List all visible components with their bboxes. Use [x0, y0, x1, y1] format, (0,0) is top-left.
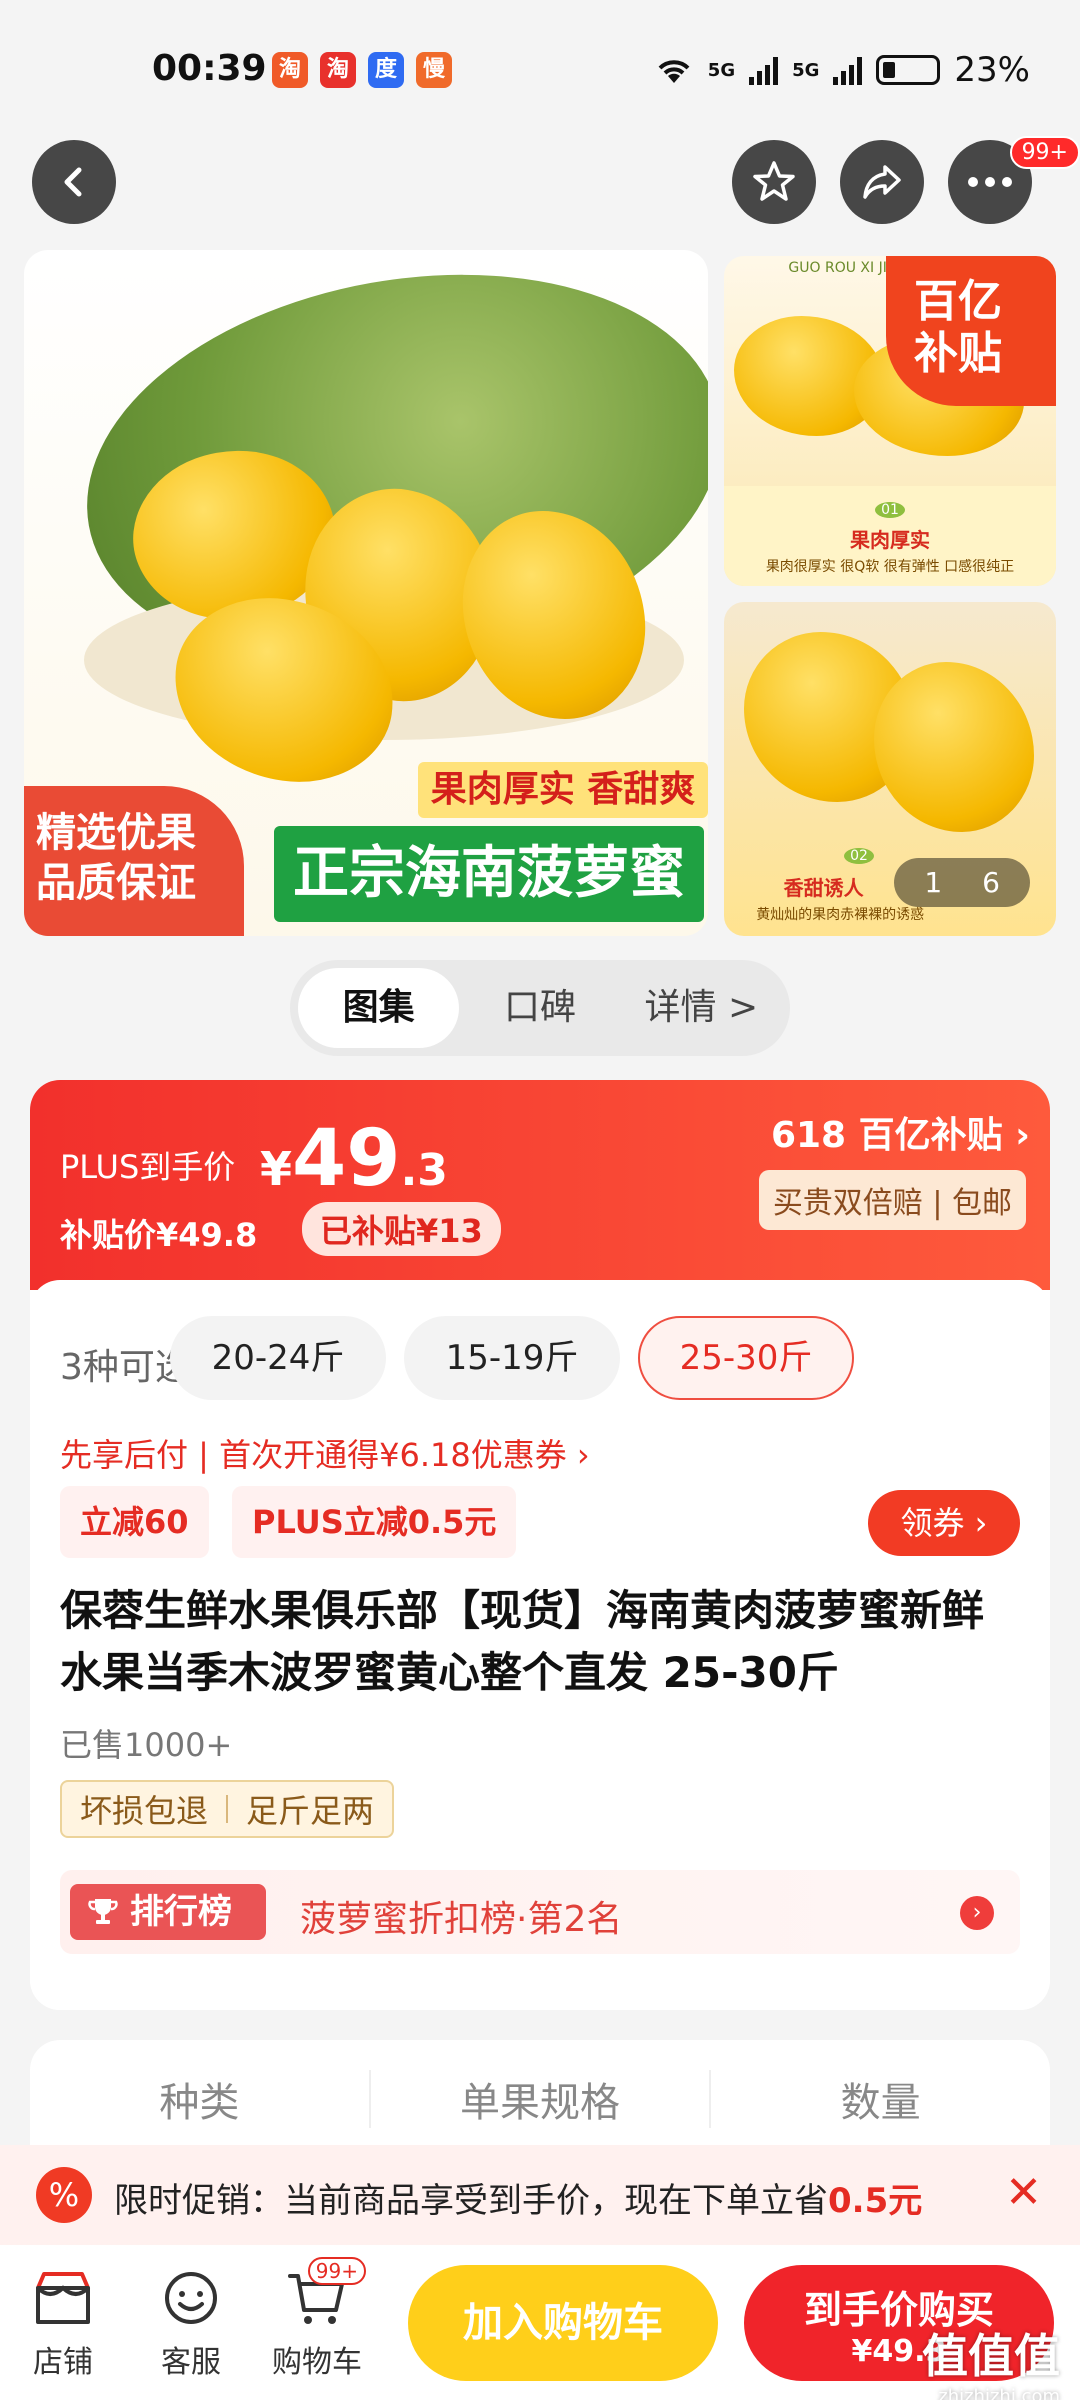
signal-icon-2 — [833, 55, 863, 85]
watermark-logo: 值值值 — [922, 2329, 1060, 2383]
product-title: 保蓉生鲜水果俱乐部【现货】海南黄肉菠萝蜜新鲜水果当季木波罗蜜黄心整个直发 25-… — [60, 1586, 985, 1697]
share-button[interactable] — [840, 140, 924, 224]
size-option-20-24[interactable]: 20-24斤 — [170, 1316, 386, 1400]
ranking-banner[interactable]: 排行榜 菠萝蜜折扣榜·第2名 › — [60, 1870, 1020, 1954]
close-icon[interactable]: ✕ — [1005, 2167, 1042, 2218]
service-tags: 坏损包退 足斤足两 — [60, 1780, 395, 1838]
deal-badge-2: PLUS立减0.5元 — [232, 1486, 517, 1558]
promo-bar: % 限时促销：当前商品享受到手价，现在下单立省0.5元 ✕ — [0, 2145, 1080, 2245]
service-tag-1: 坏损包退 — [80, 1792, 209, 1830]
thumbnail-1-number: 01 — [875, 502, 905, 518]
favorite-button[interactable] — [732, 140, 816, 224]
size-option-25-30[interactable]: 25-30斤 — [638, 1316, 854, 1400]
cart-button[interactable]: 99+ 购物车 — [262, 2257, 372, 2381]
price-header: PLUS到手价 ¥49.3 补贴价¥49.8 已补贴¥13 618 百亿补贴 ›… — [30, 1080, 1050, 1290]
status-bar: 00:39 淘 淘 度 慢 5G 5G 23% — [0, 0, 1080, 130]
spec-card[interactable]: 种类 单果规格 数量 — [30, 2040, 1050, 2160]
ranking-text: 菠萝蜜折扣榜·第2名 — [300, 1899, 623, 1940]
service-label: 客服 — [161, 2345, 221, 2380]
deal-badge-1: 立减60 — [60, 1486, 209, 1558]
app-notification-icon: 淘 — [272, 52, 308, 88]
status-time: 00:39 — [152, 48, 267, 89]
get-coupon-button[interactable]: 领券 › — [868, 1490, 1020, 1556]
tab-reviews[interactable]: 口碑 — [459, 968, 620, 1048]
quality-stamp: 精选优果 品质保证 — [24, 786, 244, 936]
tab-gallery[interactable]: 图集 — [298, 968, 460, 1048]
spec-col-type: 种类 — [30, 2070, 371, 2128]
watermark-url: zhizhizhi.com — [938, 2386, 1060, 2400]
image-counter: 1 6 — [894, 858, 1030, 907]
chat-smile-icon — [165, 2272, 217, 2324]
ranking-tag: 排行榜 — [70, 1884, 266, 1940]
chevron-left-icon — [64, 167, 82, 197]
message-count-badge: 99+ — [1009, 136, 1080, 169]
jackfruit-flesh-image — [874, 662, 1034, 832]
status-app-icons: 淘 淘 度 慢 — [272, 52, 452, 88]
ranking-tag-label: 排行榜 — [130, 1892, 232, 1932]
main-product-image[interactable]: 果肉厚实 香甜爽口 正宗海南菠萝蜜 精选优果 品质保证 — [24, 250, 708, 936]
image-counter-current: 1 — [924, 866, 943, 899]
shop-icon — [36, 2272, 90, 2324]
bottom-action-bar: 店铺 客服 99+ 购物车 加入购物车 到手价购买 ¥49.3 — [0, 2245, 1080, 2400]
site-watermark: 值值值 zhizhizhi.com — [922, 2320, 1060, 2400]
pay-later-link[interactable]: 先享后付 | 首次开通得¥6.18优惠券 › — [60, 1430, 590, 1476]
share-arrow-icon — [863, 165, 901, 199]
baidu-notification-icon: 度 — [368, 52, 404, 88]
promo-text-prefix: 限时促销：当前商品享受到手价，现在下单立省 — [114, 2181, 828, 2221]
sold-count: 已售1000+ — [60, 1726, 233, 1764]
network-label-1: 5G — [707, 59, 736, 81]
size-option-15-19[interactable]: 15-19斤 — [404, 1316, 620, 1400]
promo-amount: 0.5元 — [828, 2181, 923, 2221]
thumbnail-2-caption: 香甜诱人 — [783, 876, 864, 900]
signal-icon — [749, 55, 779, 85]
product-gallery[interactable]: 果肉厚实 香甜爽口 正宗海南菠萝蜜 精选优果 品质保证 GUO ROU XI J… — [0, 250, 1080, 936]
campaign-link[interactable]: 618 百亿补贴 › — [771, 1106, 1030, 1158]
back-button[interactable] — [32, 140, 116, 224]
content-tabs: 图集 口碑 详情 > — [290, 960, 790, 1056]
battery-percent: 23% — [954, 50, 1030, 90]
cart-label: 购物车 — [272, 2345, 362, 2380]
thumbnail-2-number: 02 — [844, 848, 874, 864]
final-price: ¥49.3 — [260, 1114, 448, 1204]
more-dots-icon — [968, 177, 1012, 187]
image-counter-total: 6 — [982, 866, 1000, 899]
thumbnail-2-subcaption: 黄灿灿的果肉赤裸裸的诱惑 — [756, 907, 925, 923]
main-banner-green: 正宗海南菠萝蜜 — [274, 826, 704, 922]
options-section: 3种可选 20-24斤 15-19斤 25-30斤 先享后付 | 首次开通得¥6… — [30, 1280, 1050, 2010]
trophy-icon — [88, 1899, 118, 1924]
customer-service-button[interactable]: 客服 — [136, 2265, 246, 2381]
guarantee-badge: 买贵双倍赔 | 包邮 — [758, 1170, 1026, 1230]
wifi-icon — [658, 60, 690, 83]
spec-col-size: 单果规格 — [371, 2070, 712, 2128]
spec-col-quantity: 数量 — [840, 2080, 921, 2126]
spec-columns: 种类 单果规格 数量 — [30, 2070, 1050, 2128]
battery-icon — [876, 55, 941, 85]
price-decimal: .3 — [400, 1145, 448, 1196]
thumbnail-1-caption: 果肉厚实 — [850, 528, 930, 552]
subsidy-price: 补贴价¥49.8 — [60, 1216, 258, 1254]
star-icon — [753, 161, 795, 201]
shop-label: 店铺 — [33, 2345, 93, 2380]
chevron-right-icon: › — [960, 1896, 994, 1930]
price-currency: ¥ — [260, 1142, 293, 1196]
promo-text: 限时促销：当前商品享受到手价，现在下单立省0.5元 — [114, 2173, 922, 2222]
price-card: PLUS到手价 ¥49.3 补贴价¥49.8 已补贴¥13 618 百亿补贴 ›… — [30, 1080, 1050, 2010]
cart-count-badge: 99+ — [307, 2257, 366, 2285]
percent-icon: % — [36, 2167, 92, 2223]
main-banner-yellow: 果肉厚实 香甜爽口 — [418, 762, 708, 866]
price-integer: 49 — [292, 1114, 401, 1204]
tab-details[interactable]: 详情 > — [621, 968, 782, 1048]
service-tag-2: 足斤足两 — [246, 1792, 375, 1830]
add-to-cart-button[interactable]: 加入购物车 — [408, 2265, 718, 2381]
status-right: 5G 5G 23% — [654, 50, 1030, 90]
shop-button[interactable]: 店铺 — [8, 2265, 118, 2381]
billion-subsidy-badge: 百亿 补贴 — [886, 256, 1056, 406]
plus-price-label: PLUS到手价 — [60, 1148, 236, 1186]
subsidy-amount-pill: 已补贴¥13 — [302, 1202, 501, 1256]
thumbnail-1-subcaption: 果肉很厚实 很Q软 很有弹性 口感很纯正 — [765, 559, 1015, 575]
taobao-notification-icon: 淘 — [320, 52, 356, 88]
app-notification-icon-2: 慢 — [416, 52, 452, 88]
network-label-2: 5G — [792, 59, 820, 81]
